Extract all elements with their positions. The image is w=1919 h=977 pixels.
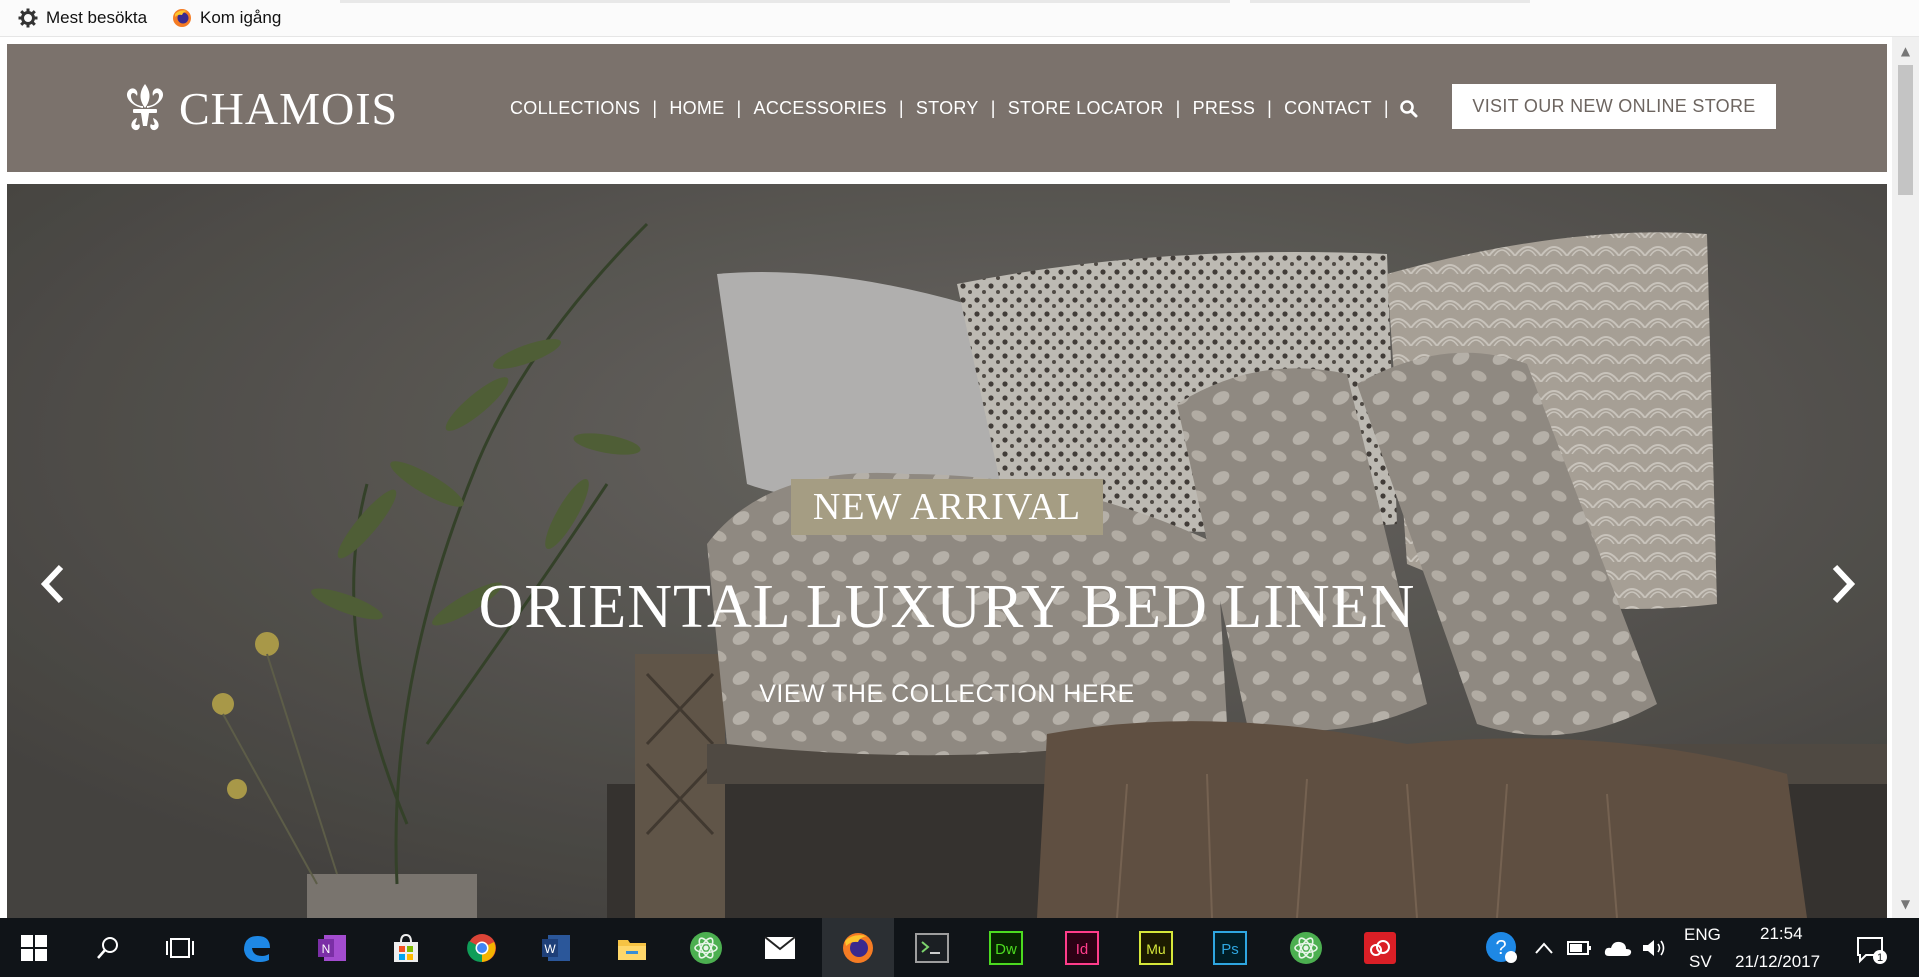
- bookmark-kom-igang[interactable]: Kom igång: [172, 7, 281, 29]
- address-bar-edge: [340, 0, 1230, 3]
- bookmark-mest-besokta[interactable]: Mest besökta: [18, 7, 147, 29]
- chevron-up-icon[interactable]: [1526, 930, 1562, 966]
- hero-slider: NEW ARRIVAL ORIENTAL LUXURY BED LINEN VI…: [7, 184, 1887, 918]
- nav-story[interactable]: STORY: [904, 98, 991, 119]
- photoshop-label: Ps: [1221, 941, 1239, 958]
- dreamweaver-label: Dw: [995, 941, 1017, 958]
- nav-home[interactable]: HOME: [657, 98, 736, 119]
- svg-text:W: W: [544, 942, 556, 956]
- hero-headline: ORIENTAL LUXURY BED LINEN: [478, 573, 1416, 641]
- logo[interactable]: CHAMOIS: [117, 80, 398, 136]
- chrome-icon[interactable]: [464, 930, 500, 966]
- gear-icon: [18, 8, 38, 28]
- muse-label: Mu: [1146, 941, 1165, 957]
- svg-text:?: ?: [1495, 937, 1506, 959]
- logo-text: CHAMOIS: [179, 82, 399, 134]
- bookmark-label: Mest besökta: [46, 8, 148, 27]
- mail-icon[interactable]: [762, 930, 798, 966]
- word-icon[interactable]: W: [538, 930, 574, 966]
- visit-online-store-button[interactable]: VISIT OUR NEW ONLINE STORE: [1452, 84, 1776, 129]
- onenote-icon[interactable]: N: [314, 930, 350, 966]
- main-nav: COLLECTIONS | HOME | ACCESSORIES | STORY…: [498, 98, 1419, 119]
- onedrive-icon[interactable]: [1600, 930, 1636, 966]
- nav-collections[interactable]: COLLECTIONS: [498, 98, 652, 119]
- atom-2-icon[interactable]: [1288, 930, 1324, 966]
- scroll-thumb[interactable]: [1898, 65, 1913, 195]
- photoshop-icon[interactable]: Ps: [1212, 930, 1248, 966]
- nav-store-locator[interactable]: STORE LOCATOR: [996, 98, 1176, 119]
- store-icon[interactable]: [388, 930, 424, 966]
- chevron-left-icon[interactable]: [33, 559, 73, 609]
- hero-photo: [7, 184, 1887, 918]
- taskbar-search-icon[interactable]: [90, 930, 126, 966]
- notification-center-icon[interactable]: 1: [1854, 932, 1890, 968]
- file-explorer-icon[interactable]: [614, 930, 650, 966]
- firefox-taskbar-icon[interactable]: [840, 930, 876, 966]
- muse-icon[interactable]: Mu: [1138, 930, 1174, 966]
- site-header: CHAMOIS COLLECTIONS | HOME | ACCESSORIES…: [7, 44, 1887, 172]
- clock-time[interactable]: 21:54: [1760, 924, 1803, 944]
- page-scrollbar[interactable]: ▲ ▼: [1892, 37, 1919, 918]
- chevron-right-icon[interactable]: [1823, 559, 1863, 609]
- search-icon[interactable]: [1399, 99, 1419, 119]
- indesign-icon[interactable]: Id: [1064, 930, 1100, 966]
- keyboard-layout[interactable]: SV: [1689, 952, 1712, 972]
- view-collection-link[interactable]: VIEW THE COLLECTION HERE: [7, 680, 1887, 709]
- nav-accessories[interactable]: ACCESSORIES: [742, 98, 899, 119]
- clock-date[interactable]: 21/12/2017: [1735, 952, 1820, 972]
- atom-icon[interactable]: [688, 930, 724, 966]
- bookmark-label: Kom igång: [200, 8, 282, 27]
- dreamweaver-icon[interactable]: Dw: [988, 930, 1024, 966]
- edge-icon[interactable]: [238, 930, 274, 966]
- scroll-up-icon[interactable]: ▲: [1892, 41, 1919, 61]
- windows-start-icon[interactable]: [16, 930, 52, 966]
- creative-cloud-icon[interactable]: [1362, 930, 1398, 966]
- fleur-de-lis-icon: [126, 84, 164, 131]
- nav-press[interactable]: PRESS: [1181, 98, 1268, 119]
- volume-icon[interactable]: [1636, 930, 1672, 966]
- help-icon[interactable]: ?: [1484, 930, 1520, 966]
- firefox-icon: [173, 9, 191, 27]
- battery-icon[interactable]: [1562, 930, 1598, 966]
- terminal-icon[interactable]: [914, 930, 950, 966]
- search-bar-edge: [1250, 0, 1530, 3]
- language-code[interactable]: ENG: [1684, 925, 1721, 945]
- indesign-label: Id: [1076, 941, 1089, 958]
- notification-count: 1: [1877, 952, 1883, 964]
- new-arrival-badge: NEW ARRIVAL: [791, 479, 1103, 535]
- nav-separator: |: [1383, 98, 1389, 118]
- scroll-down-icon[interactable]: ▼: [1892, 894, 1919, 914]
- task-view-icon[interactable]: [162, 930, 198, 966]
- bookmarks-toolbar: Mest besökta Kom igång: [0, 0, 1919, 37]
- svg-text:N: N: [322, 942, 331, 956]
- nav-contact[interactable]: CONTACT: [1272, 98, 1384, 119]
